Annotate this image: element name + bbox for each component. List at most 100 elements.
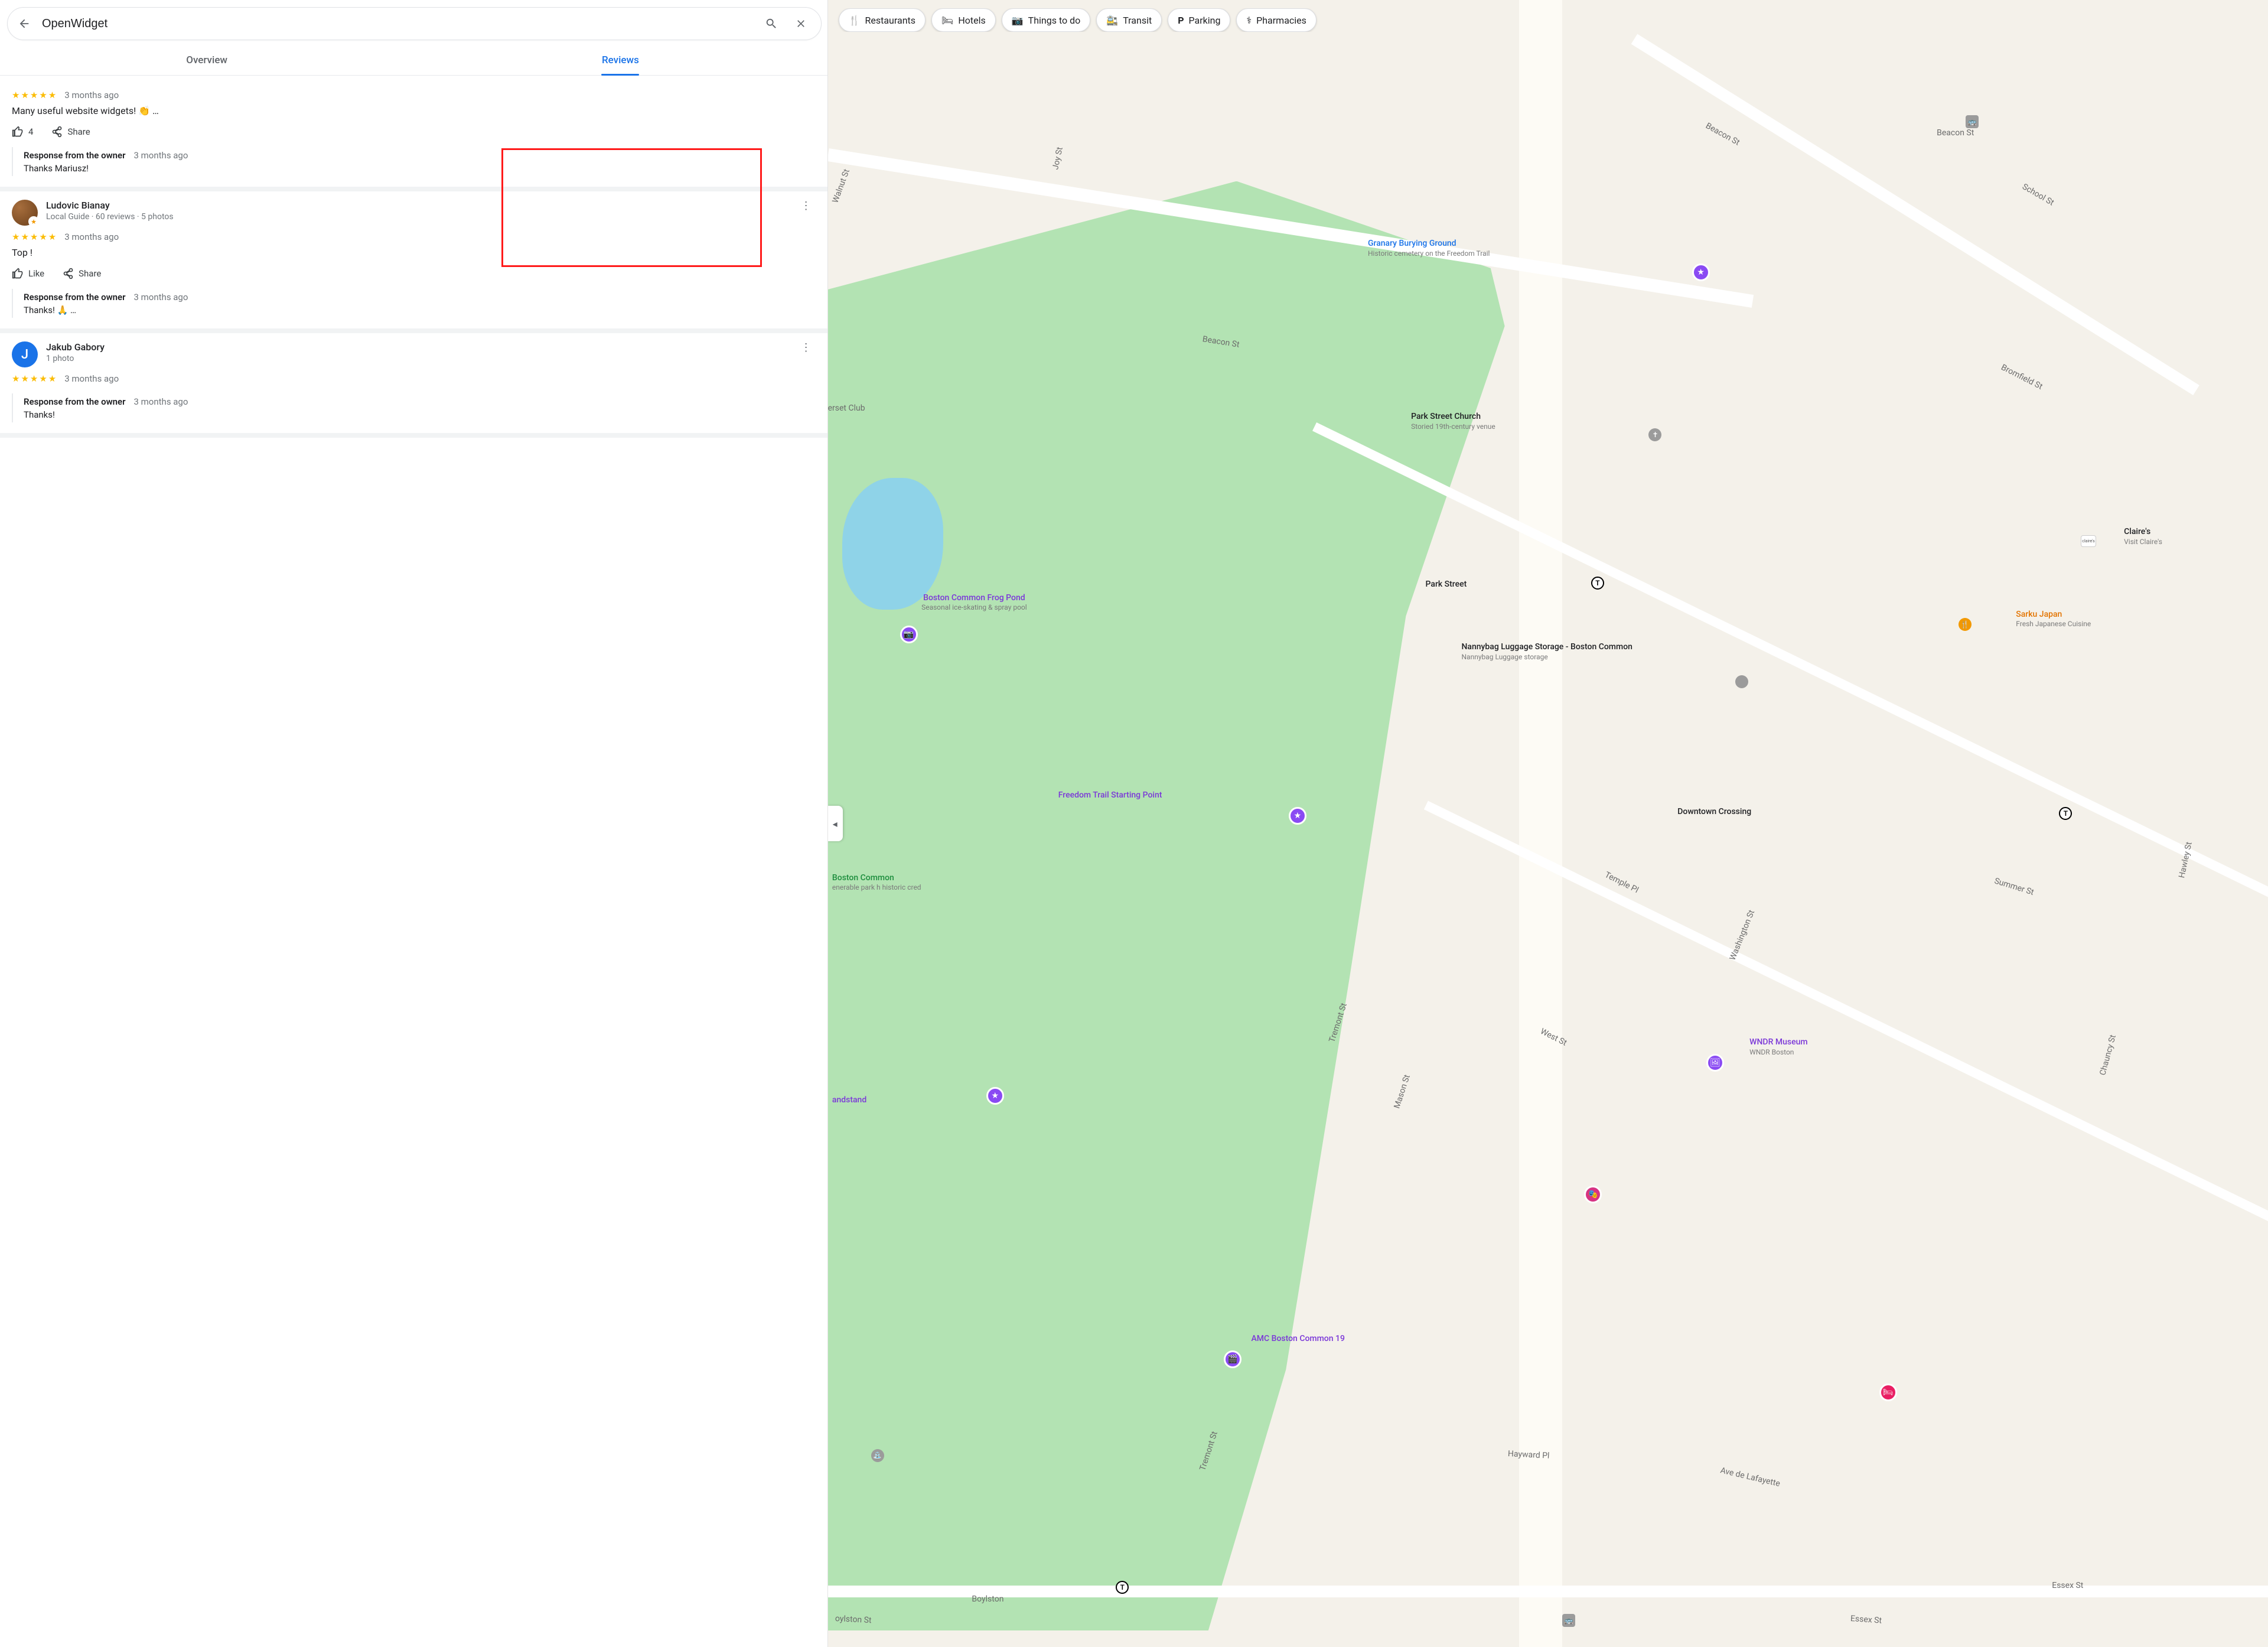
street-label: Essex St [2052,1581,2083,1590]
chip-label: Hotels [958,15,985,26]
street-label: Chauncy St [2098,1034,2118,1076]
poi-sarku[interactable]: Sarku JapanFresh Japanese Cuisine [2016,610,2091,629]
like-count: 4 [28,126,33,137]
reviewer-name[interactable]: Ludovic Bianay [46,200,174,211]
review-age: 3 months ago [64,373,119,384]
chip-label: Parking [1189,15,1221,26]
share-label: Share [79,268,101,279]
hotel-pin-icon[interactable]: 🛏 [1879,1384,1897,1401]
camera-icon: 📷 [1012,15,1024,26]
avatar-initial: J [21,347,28,362]
tabs: Overview Reviews [0,45,827,76]
chip-label: Transit [1123,15,1152,26]
poi-claires[interactable]: Claire'sVisit Claire's [2124,527,2162,546]
more-icon[interactable]: ⋮ [797,341,816,354]
transit-stop-icon[interactable]: T [2059,807,2072,820]
street-label: Beacon St [1704,121,1741,148]
luggage-pin-icon[interactable] [1735,675,1748,688]
attraction-pin-icon[interactable]: ★ [986,1087,1004,1105]
claires-logo-icon[interactable]: claire's [2081,535,2096,547]
poi-bandstand[interactable]: andstand [832,1095,866,1106]
hotel-icon: 🛏 [941,15,953,26]
review-text: Many useful website widgets! 👏 … [12,104,816,118]
avatar[interactable] [12,200,38,226]
reviewer-meta: Local Guide · 60 reviews · 5 photos [46,212,174,222]
collapse-panel-button[interactable]: ◂ [828,806,843,841]
map-canvas[interactable]: ◂ 🍴 Restaurants 🛏 Hotels 📷 Things to do 🚉 Tr… [828,0,2268,1647]
map-road [1519,0,1562,1647]
review-item: J Jakub Gabory 1 photo ⋮ ★★★★★ 3 months … [0,333,827,438]
poi-nannybag[interactable]: Nannybag Luggage Storage - Boston Common… [1461,642,1632,662]
reviews-list[interactable]: ★★★★★ 3 months ago Many useful website w… [0,76,827,1647]
search-input[interactable] [42,17,754,31]
owner-response-age: 3 months ago [134,396,188,407]
chip-restaurants[interactable]: 🍴 Restaurants [839,8,926,32]
more-icon[interactable]: ⋮ [797,200,816,212]
street-label: Essex St [1850,1614,1882,1626]
poi-boston-common[interactable]: Boston Commonenerable park h historic cr… [832,873,921,893]
chip-label: Restaurants [865,15,916,26]
map-pond [842,478,943,610]
attraction-pin-icon[interactable]: 🎭 [1584,1186,1602,1203]
street-label: Bromfield St [1999,363,2044,392]
close-icon[interactable] [789,12,813,35]
poi-park-street[interactable]: Park Street [1426,580,1467,590]
street-label: erset Club [828,403,865,413]
chip-things-to-do[interactable]: 📷 Things to do [1002,8,1091,32]
back-icon[interactable] [12,12,36,35]
street-label: Joy St [1051,146,1065,170]
owner-response-text: Thanks! [24,409,816,420]
church-pin-icon[interactable]: ✝ [1648,428,1661,441]
category-chips: 🍴 Restaurants 🛏 Hotels 📷 Things to do 🚉 Tran… [828,8,2268,32]
share-button[interactable]: Share [62,268,101,279]
attraction-pin-icon[interactable]: ★ [1692,263,1710,281]
poi-park-church[interactable]: Park Street ChurchStoried 19th-century v… [1411,412,1495,431]
museum-pin-icon[interactable]: 🖼 [1706,1054,1724,1072]
owner-response-title: Response from the owner [24,150,126,161]
owner-response-age: 3 months ago [134,150,188,161]
transit-icon: 🚉 [1106,15,1118,26]
avatar[interactable]: J [12,341,38,367]
like-button[interactable]: Like [12,268,44,279]
bus-pin-icon[interactable]: 🚌 [1562,1614,1575,1627]
poi-granary[interactable]: Granary Burying GroundHistoric cemetery … [1368,239,1490,258]
attraction-pin-icon[interactable]: ★ [1289,807,1306,825]
food-pin-icon[interactable]: 🍴 [1959,618,1972,631]
poi-wndr[interactable]: WNDR MuseumWNDR Boston [1749,1037,1807,1057]
owner-response-age: 3 months ago [134,292,188,302]
parking-icon: P [1178,15,1184,26]
review-item: ★★★★★ 3 months ago Many useful website w… [0,76,827,191]
map-road [1631,34,2199,395]
poi-freedom-trail[interactable]: Freedom Trail Starting Point [1058,790,1162,801]
review-item: Ludovic Bianay Local Guide · 60 reviews … [0,191,827,333]
transit-stop-icon[interactable]: T [1591,577,1604,590]
chip-label: Things to do [1028,15,1081,26]
bus-pin-icon[interactable]: 🚌 [1966,115,1979,128]
owner-response: Response from the owner 3 months ago Tha… [12,393,816,422]
street-label: Beacon St [1937,128,1974,138]
chip-pharmacies[interactable]: ⚕Pharmacies [1236,8,1316,32]
street-label: Boylston [972,1594,1003,1604]
street-label: Summer St [1993,877,2035,898]
street-label: Hayward Pl [1507,1449,1549,1461]
like-label: Like [28,268,44,279]
chip-parking[interactable]: P Parking [1168,8,1230,32]
attraction-pin-icon[interactable]: 📷 [900,626,918,643]
poi-frog-pond[interactable]: Boston Common Frog PondSeasonal ice-skat… [921,593,1027,613]
poi-downtown-crossing[interactable]: Downtown Crossing [1677,807,1751,818]
side-panel: Overview Reviews ★★★★★ 3 months ago Many… [0,0,828,1647]
owner-response-text: Thanks Mariusz! [24,163,816,174]
poi-amc[interactable]: AMC Boston Common 19 [1251,1334,1344,1345]
reviewer-name[interactable]: Jakub Gabory [46,341,105,353]
review-age: 3 months ago [64,90,119,100]
share-button[interactable]: Share [51,126,90,138]
search-bar [7,7,822,40]
tab-reviews[interactable]: Reviews [413,45,827,75]
chip-hotels[interactable]: 🛏 Hotels [931,8,996,32]
tab-overview[interactable]: Overview [0,45,413,75]
chip-transit[interactable]: 🚉 Transit [1096,8,1162,32]
search-icon[interactable] [760,12,783,35]
like-button[interactable]: 4 [12,126,33,138]
owner-response-text: Thanks! 🙏 … [24,305,816,315]
restaurant-icon: 🍴 [849,15,861,26]
